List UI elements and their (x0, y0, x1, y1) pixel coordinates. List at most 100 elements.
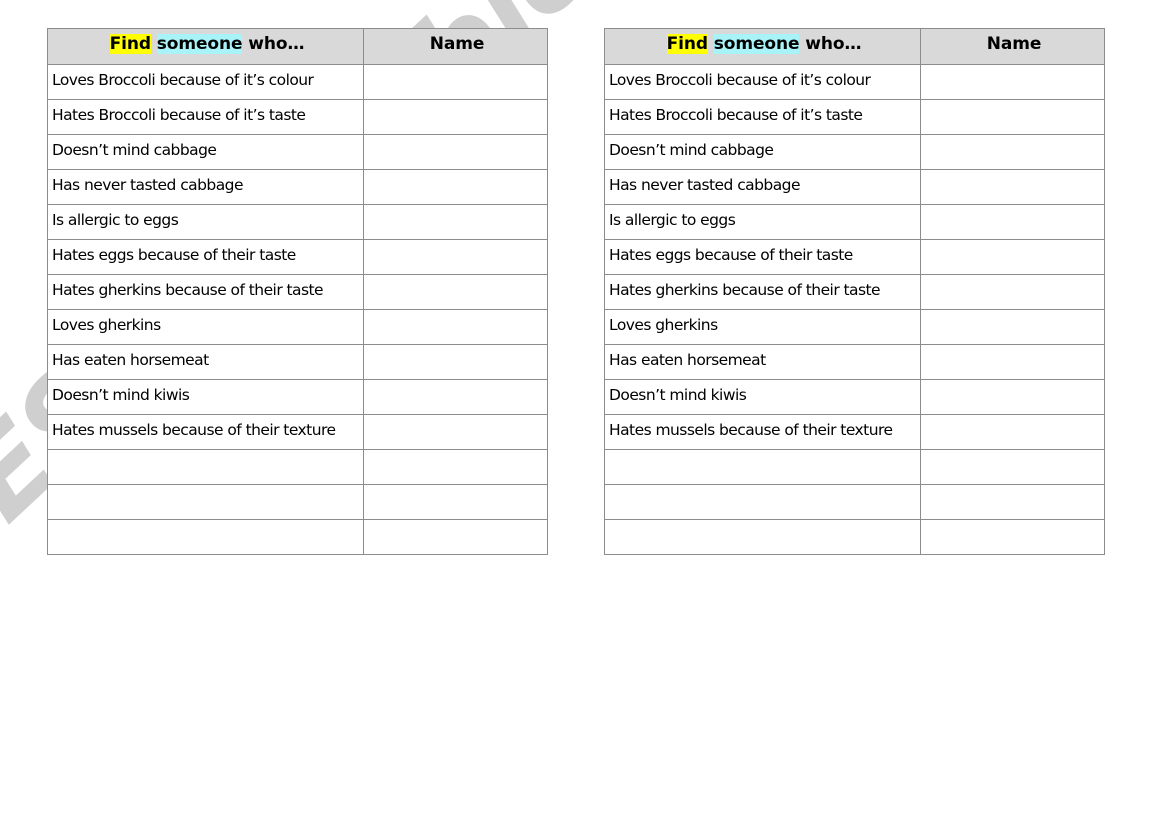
prompt-label: Hates Broccoli because of it’s taste (52, 106, 306, 124)
prompt-cell[interactable] (604, 484, 921, 520)
table-row: Loves gherkins (604, 309, 1105, 345)
prompt-cell: Hates mussels because of their texture (47, 414, 364, 450)
prompt-cell: Is allergic to eggs (47, 204, 364, 240)
find-someone-who-table-left: Find someone who… Name Loves Broccoli be… (47, 28, 548, 555)
table-row: Hates gherkins because of their taste (47, 274, 548, 310)
name-entry-cell[interactable] (363, 484, 548, 520)
table-row: Has eaten horsemeat (47, 344, 548, 380)
prompt-label: Hates mussels because of their texture (609, 421, 893, 439)
prompt-label: Loves Broccoli because of it’s colour (52, 71, 314, 89)
table-row: Hates eggs because of their taste (47, 239, 548, 275)
table-row: Hates Broccoli because of it’s taste (47, 99, 548, 135)
prompt-label: Loves gherkins (609, 316, 718, 334)
prompt-cell: Hates eggs because of their taste (47, 239, 364, 275)
name-entry-cell[interactable] (920, 204, 1105, 240)
table-row: Loves gherkins (47, 309, 548, 345)
prompt-label: Loves gherkins (52, 316, 161, 334)
prompt-cell: Doesn’t mind cabbage (604, 134, 921, 170)
prompt-label: Doesn’t mind cabbage (609, 141, 774, 159)
name-entry-cell[interactable] (363, 414, 548, 450)
header-word-who: who… (799, 34, 862, 54)
name-entry-cell[interactable] (920, 484, 1105, 520)
prompt-cell: Has eaten horsemeat (47, 344, 364, 380)
name-entry-cell[interactable] (920, 344, 1105, 380)
prompt-label: Is allergic to eggs (52, 211, 179, 229)
name-entry-cell[interactable] (363, 99, 548, 135)
name-entry-cell[interactable] (920, 239, 1105, 275)
table-header-row: Find someone who… Name (604, 28, 1105, 65)
table-row (47, 519, 548, 555)
header-cell-prompt: Find someone who… (47, 28, 364, 65)
name-entry-cell[interactable] (363, 64, 548, 100)
name-entry-cell[interactable] (920, 414, 1105, 450)
prompt-cell: Hates mussels because of their texture (604, 414, 921, 450)
table-row: Has never tasted cabbage (604, 169, 1105, 205)
prompt-cell[interactable] (47, 449, 364, 485)
prompt-cell: Has never tasted cabbage (604, 169, 921, 205)
table-row: Has eaten horsemeat (604, 344, 1105, 380)
name-entry-cell[interactable] (363, 239, 548, 275)
prompt-label: Has never tasted cabbage (52, 176, 243, 194)
name-entry-cell[interactable] (920, 519, 1105, 555)
table-row (47, 484, 548, 520)
prompt-label: Hates mussels because of their texture (52, 421, 336, 439)
name-entry-cell[interactable] (920, 169, 1105, 205)
prompt-cell: Has never tasted cabbage (47, 169, 364, 205)
table-row: Hates Broccoli because of it’s taste (604, 99, 1105, 135)
prompt-cell[interactable] (47, 519, 364, 555)
prompt-cell[interactable] (604, 519, 921, 555)
prompt-label: Hates gherkins because of their taste (609, 281, 881, 299)
prompt-cell: Loves Broccoli because of it’s colour (47, 64, 364, 100)
table-body-left: Loves Broccoli because of it’s colour Ha… (47, 64, 548, 555)
name-entry-cell[interactable] (920, 274, 1105, 310)
name-entry-cell[interactable] (363, 379, 548, 415)
name-entry-cell[interactable] (920, 309, 1105, 345)
header-space-1 (708, 34, 714, 54)
name-entry-cell[interactable] (363, 169, 548, 205)
name-entry-cell[interactable] (363, 204, 548, 240)
name-entry-cell[interactable] (363, 344, 548, 380)
name-entry-cell[interactable] (363, 274, 548, 310)
table-row: Hates gherkins because of their taste (604, 274, 1105, 310)
prompt-cell: Hates gherkins because of their taste (604, 274, 921, 310)
prompt-label: Hates gherkins because of their taste (52, 281, 324, 299)
prompt-label: Doesn’t mind cabbage (52, 141, 217, 159)
table-row (604, 484, 1105, 520)
header-word-who: who… (242, 34, 305, 54)
name-entry-cell[interactable] (920, 379, 1105, 415)
header-cell-name: Name (920, 28, 1105, 65)
find-someone-who-table-right: Find someone who… Name Loves Broccoli be… (604, 28, 1105, 555)
table-row: Has never tasted cabbage (47, 169, 548, 205)
name-entry-cell[interactable] (363, 309, 548, 345)
prompt-label: Hates eggs because of their taste (52, 246, 296, 264)
prompt-cell: Loves gherkins (47, 309, 364, 345)
table-row: Doesn’t mind kiwis (47, 379, 548, 415)
name-entry-cell[interactable] (920, 99, 1105, 135)
table-row: Doesn’t mind kiwis (604, 379, 1105, 415)
table-row: Hates mussels because of their texture (604, 414, 1105, 450)
prompt-label: Has never tasted cabbage (609, 176, 800, 194)
prompt-cell: Hates eggs because of their taste (604, 239, 921, 275)
name-entry-cell[interactable] (920, 134, 1105, 170)
prompt-cell[interactable] (604, 449, 921, 485)
header-word-someone: someone (713, 34, 800, 54)
table-row: Is allergic to eggs (47, 204, 548, 240)
name-entry-cell[interactable] (920, 449, 1105, 485)
table-row: Doesn’t mind cabbage (47, 134, 548, 170)
name-entry-cell[interactable] (363, 449, 548, 485)
table-row (604, 449, 1105, 485)
header-word-find: Find (109, 34, 151, 54)
name-entry-cell[interactable] (920, 64, 1105, 100)
name-entry-cell[interactable] (363, 134, 548, 170)
name-entry-cell[interactable] (363, 519, 548, 555)
prompt-cell: Doesn’t mind kiwis (47, 379, 364, 415)
prompt-cell: Hates Broccoli because of it’s taste (47, 99, 364, 135)
table-row (604, 519, 1105, 555)
prompt-cell[interactable] (47, 484, 364, 520)
prompt-cell: Has eaten horsemeat (604, 344, 921, 380)
header-cell-prompt: Find someone who… (604, 28, 921, 65)
table-row: Loves Broccoli because of it’s colour (47, 64, 548, 100)
table-row: Loves Broccoli because of it’s colour (604, 64, 1105, 100)
table-row: Hates mussels because of their texture (47, 414, 548, 450)
prompt-label: Has eaten horsemeat (609, 351, 766, 369)
